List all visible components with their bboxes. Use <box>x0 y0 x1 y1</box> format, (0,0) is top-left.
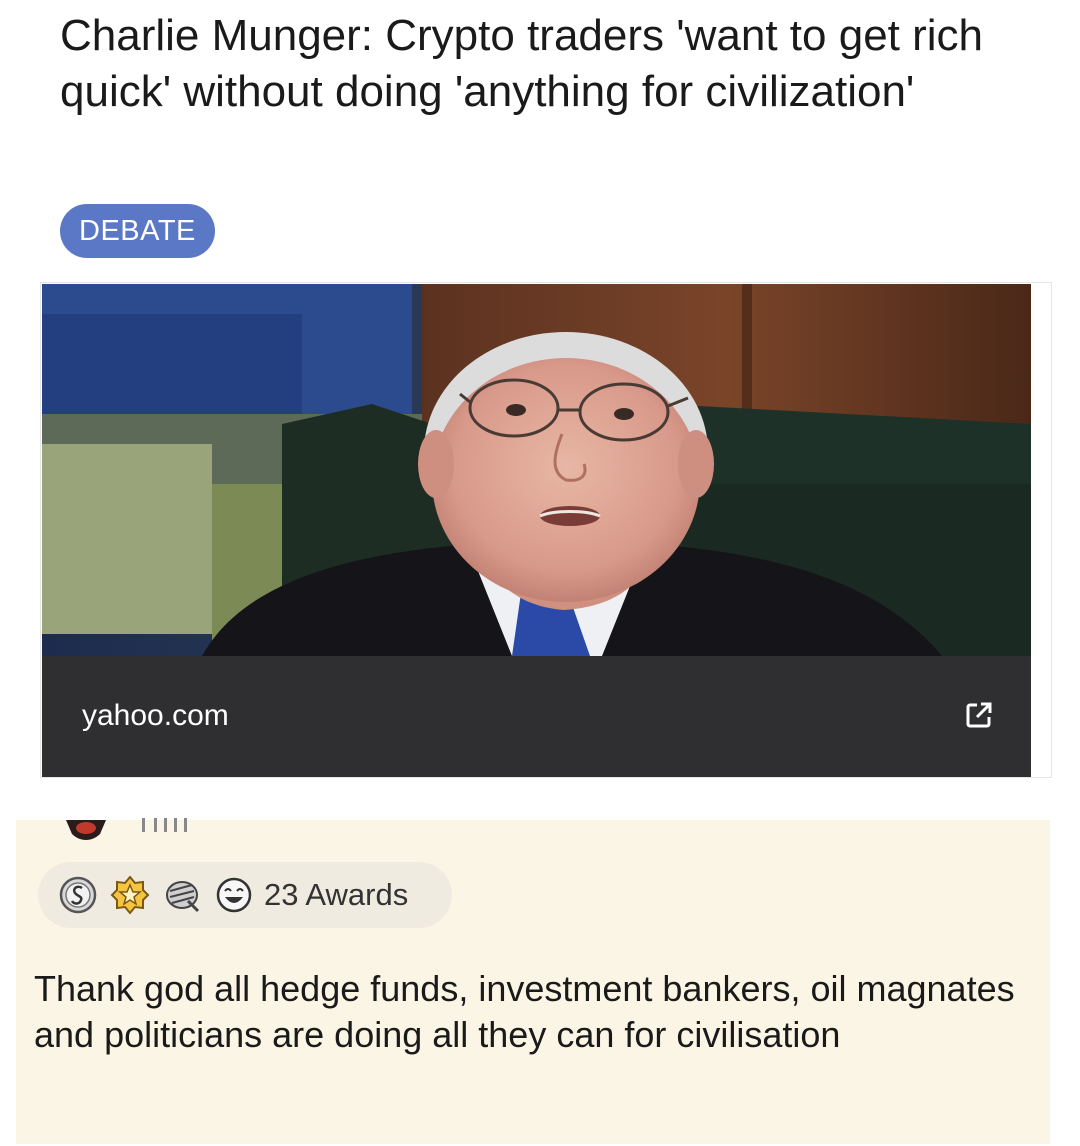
external-link-icon[interactable] <box>964 700 994 730</box>
link-domain[interactable]: yahoo.com <box>82 696 229 736</box>
awards-summary[interactable]: 23 Awards <box>38 862 452 928</box>
post-flair-badge[interactable]: DEBATE <box>60 204 215 258</box>
link-thumbnail <box>42 284 1031 656</box>
awards-count[interactable]: 23 Awards <box>264 874 408 916</box>
laughing-face-award-icon <box>216 877 252 913</box>
user-avatar-icon[interactable] <box>62 820 110 842</box>
facepalm-award-icon <box>166 881 200 913</box>
username-fragment <box>142 818 187 832</box>
comment-card: 23 Awards Thank god all hedge funds, inv… <box>16 818 1050 1144</box>
silver-award-icon <box>59 876 97 914</box>
post-title[interactable]: Charlie Munger: Crypto traders 'want to … <box>60 8 1020 120</box>
link-info-bar[interactable]: yahoo.com <box>42 656 1031 777</box>
comment-text: Thank god all hedge funds, investment ba… <box>34 968 1015 1055</box>
link-preview-card[interactable]: yahoo.com <box>40 282 1052 778</box>
gold-star-award-icon <box>110 875 150 915</box>
